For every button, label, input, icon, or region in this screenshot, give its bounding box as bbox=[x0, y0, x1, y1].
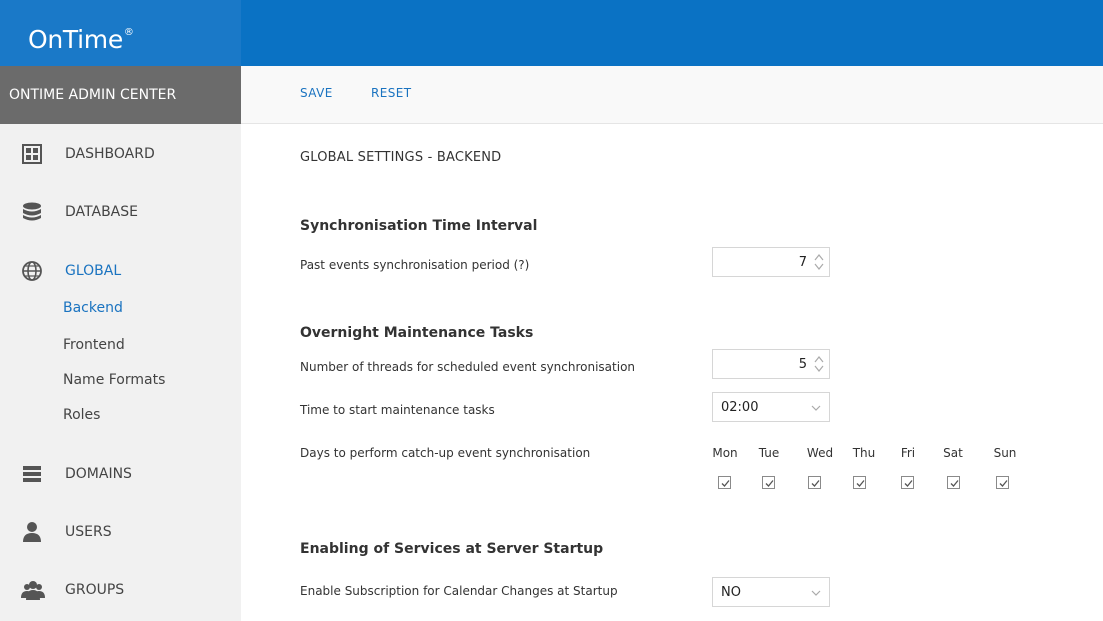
toolbar: SAVE RESET bbox=[241, 66, 1103, 124]
group-icon bbox=[21, 579, 45, 601]
checkbox-thu[interactable] bbox=[853, 476, 866, 489]
checkbox-wed[interactable] bbox=[808, 476, 821, 489]
save-button[interactable]: SAVE bbox=[300, 86, 333, 100]
sidebar-item-label: USERS bbox=[65, 524, 112, 540]
sidebar-item-label: DATABASE bbox=[65, 204, 138, 220]
sidebar-item-domains[interactable]: DOMAINS bbox=[0, 454, 241, 494]
day-label-tue: Tue bbox=[758, 446, 780, 460]
sidebar-item-users[interactable]: USERS bbox=[0, 512, 241, 552]
globe-icon bbox=[21, 260, 43, 282]
start-time-select[interactable]: 02:00 bbox=[712, 392, 830, 422]
spinner-arrows-icon[interactable] bbox=[814, 354, 824, 374]
subscription-label: Enable Subscription for Calendar Changes… bbox=[300, 584, 618, 598]
maintenance-section-heading: Overnight Maintenance Tasks bbox=[300, 325, 534, 341]
chevron-down-icon bbox=[811, 402, 821, 412]
day-label-fri: Fri bbox=[900, 446, 916, 460]
stepper-value: 7 bbox=[798, 255, 807, 270]
checkbox-mon[interactable] bbox=[718, 476, 731, 489]
sync-section-heading: Synchronisation Time Interval bbox=[300, 218, 538, 234]
sidebar-item-groups[interactable]: GROUPS bbox=[0, 570, 241, 610]
checkbox-tue[interactable] bbox=[762, 476, 775, 489]
sidebar-subitem-frontend[interactable]: Frontend bbox=[63, 337, 125, 353]
sidebar-subitem-roles[interactable]: Roles bbox=[63, 407, 100, 423]
startup-section-heading: Enabling of Services at Server Startup bbox=[300, 541, 604, 557]
settings-panel: GLOBAL SETTINGS - BACKEND Synchronisatio… bbox=[241, 124, 1103, 621]
checkbox-sat[interactable] bbox=[947, 476, 960, 489]
reset-button[interactable]: RESET bbox=[371, 86, 411, 100]
select-value: NO bbox=[721, 585, 741, 600]
logo-text: OnTime bbox=[28, 25, 123, 54]
registered-mark: ® bbox=[123, 27, 134, 38]
past-events-label: Past events synchronisation period (?) bbox=[300, 258, 530, 272]
subscription-select[interactable]: NO bbox=[712, 577, 830, 607]
sidebar-item-label: GROUPS bbox=[65, 582, 125, 598]
day-label-thu: Thu bbox=[852, 446, 876, 460]
spinner-arrows-icon[interactable] bbox=[814, 252, 824, 272]
sidebar: ONTIME ADMIN CENTER DASHBOARD DATABASE G… bbox=[0, 66, 241, 621]
dashboard-icon bbox=[21, 143, 43, 165]
threads-stepper[interactable]: 5 bbox=[712, 349, 830, 379]
top-bar: OnTime® bbox=[0, 0, 1103, 66]
checkbox-fri[interactable] bbox=[901, 476, 914, 489]
sidebar-item-label: GLOBAL bbox=[65, 263, 122, 279]
day-label-mon: Mon bbox=[712, 446, 738, 460]
catchup-label: Days to perform catch-up event synchroni… bbox=[300, 446, 591, 460]
checkbox-sun[interactable] bbox=[996, 476, 1009, 489]
stepper-value: 5 bbox=[798, 357, 807, 372]
sidebar-item-label: DASHBOARD bbox=[65, 146, 155, 162]
start-time-label: Time to start maintenance tasks bbox=[300, 403, 495, 417]
sidebar-item-global[interactable]: GLOBAL bbox=[0, 251, 241, 291]
app-logo[interactable]: OnTime® bbox=[0, 0, 241, 66]
chevron-down-icon bbox=[811, 587, 821, 597]
user-icon bbox=[21, 521, 43, 543]
select-value: 02:00 bbox=[721, 400, 759, 415]
sidebar-item-database[interactable]: DATABASE bbox=[0, 192, 241, 232]
sidebar-item-dashboard[interactable]: DASHBOARD bbox=[0, 134, 241, 174]
database-icon bbox=[21, 201, 43, 223]
day-label-wed: Wed bbox=[806, 446, 834, 460]
past-events-stepper[interactable]: 7 bbox=[712, 247, 830, 277]
sidebar-subitem-backend[interactable]: Backend bbox=[63, 300, 123, 316]
domains-icon bbox=[21, 463, 43, 485]
sidebar-subitem-name-formats[interactable]: Name Formats bbox=[63, 372, 165, 388]
page-title: GLOBAL SETTINGS - BACKEND bbox=[300, 150, 502, 165]
day-label-sat: Sat bbox=[943, 446, 963, 460]
day-label-sun: Sun bbox=[993, 446, 1017, 460]
sidebar-header: ONTIME ADMIN CENTER bbox=[0, 66, 241, 124]
sidebar-item-label: DOMAINS bbox=[65, 466, 132, 482]
threads-label: Number of threads for scheduled event sy… bbox=[300, 360, 636, 374]
